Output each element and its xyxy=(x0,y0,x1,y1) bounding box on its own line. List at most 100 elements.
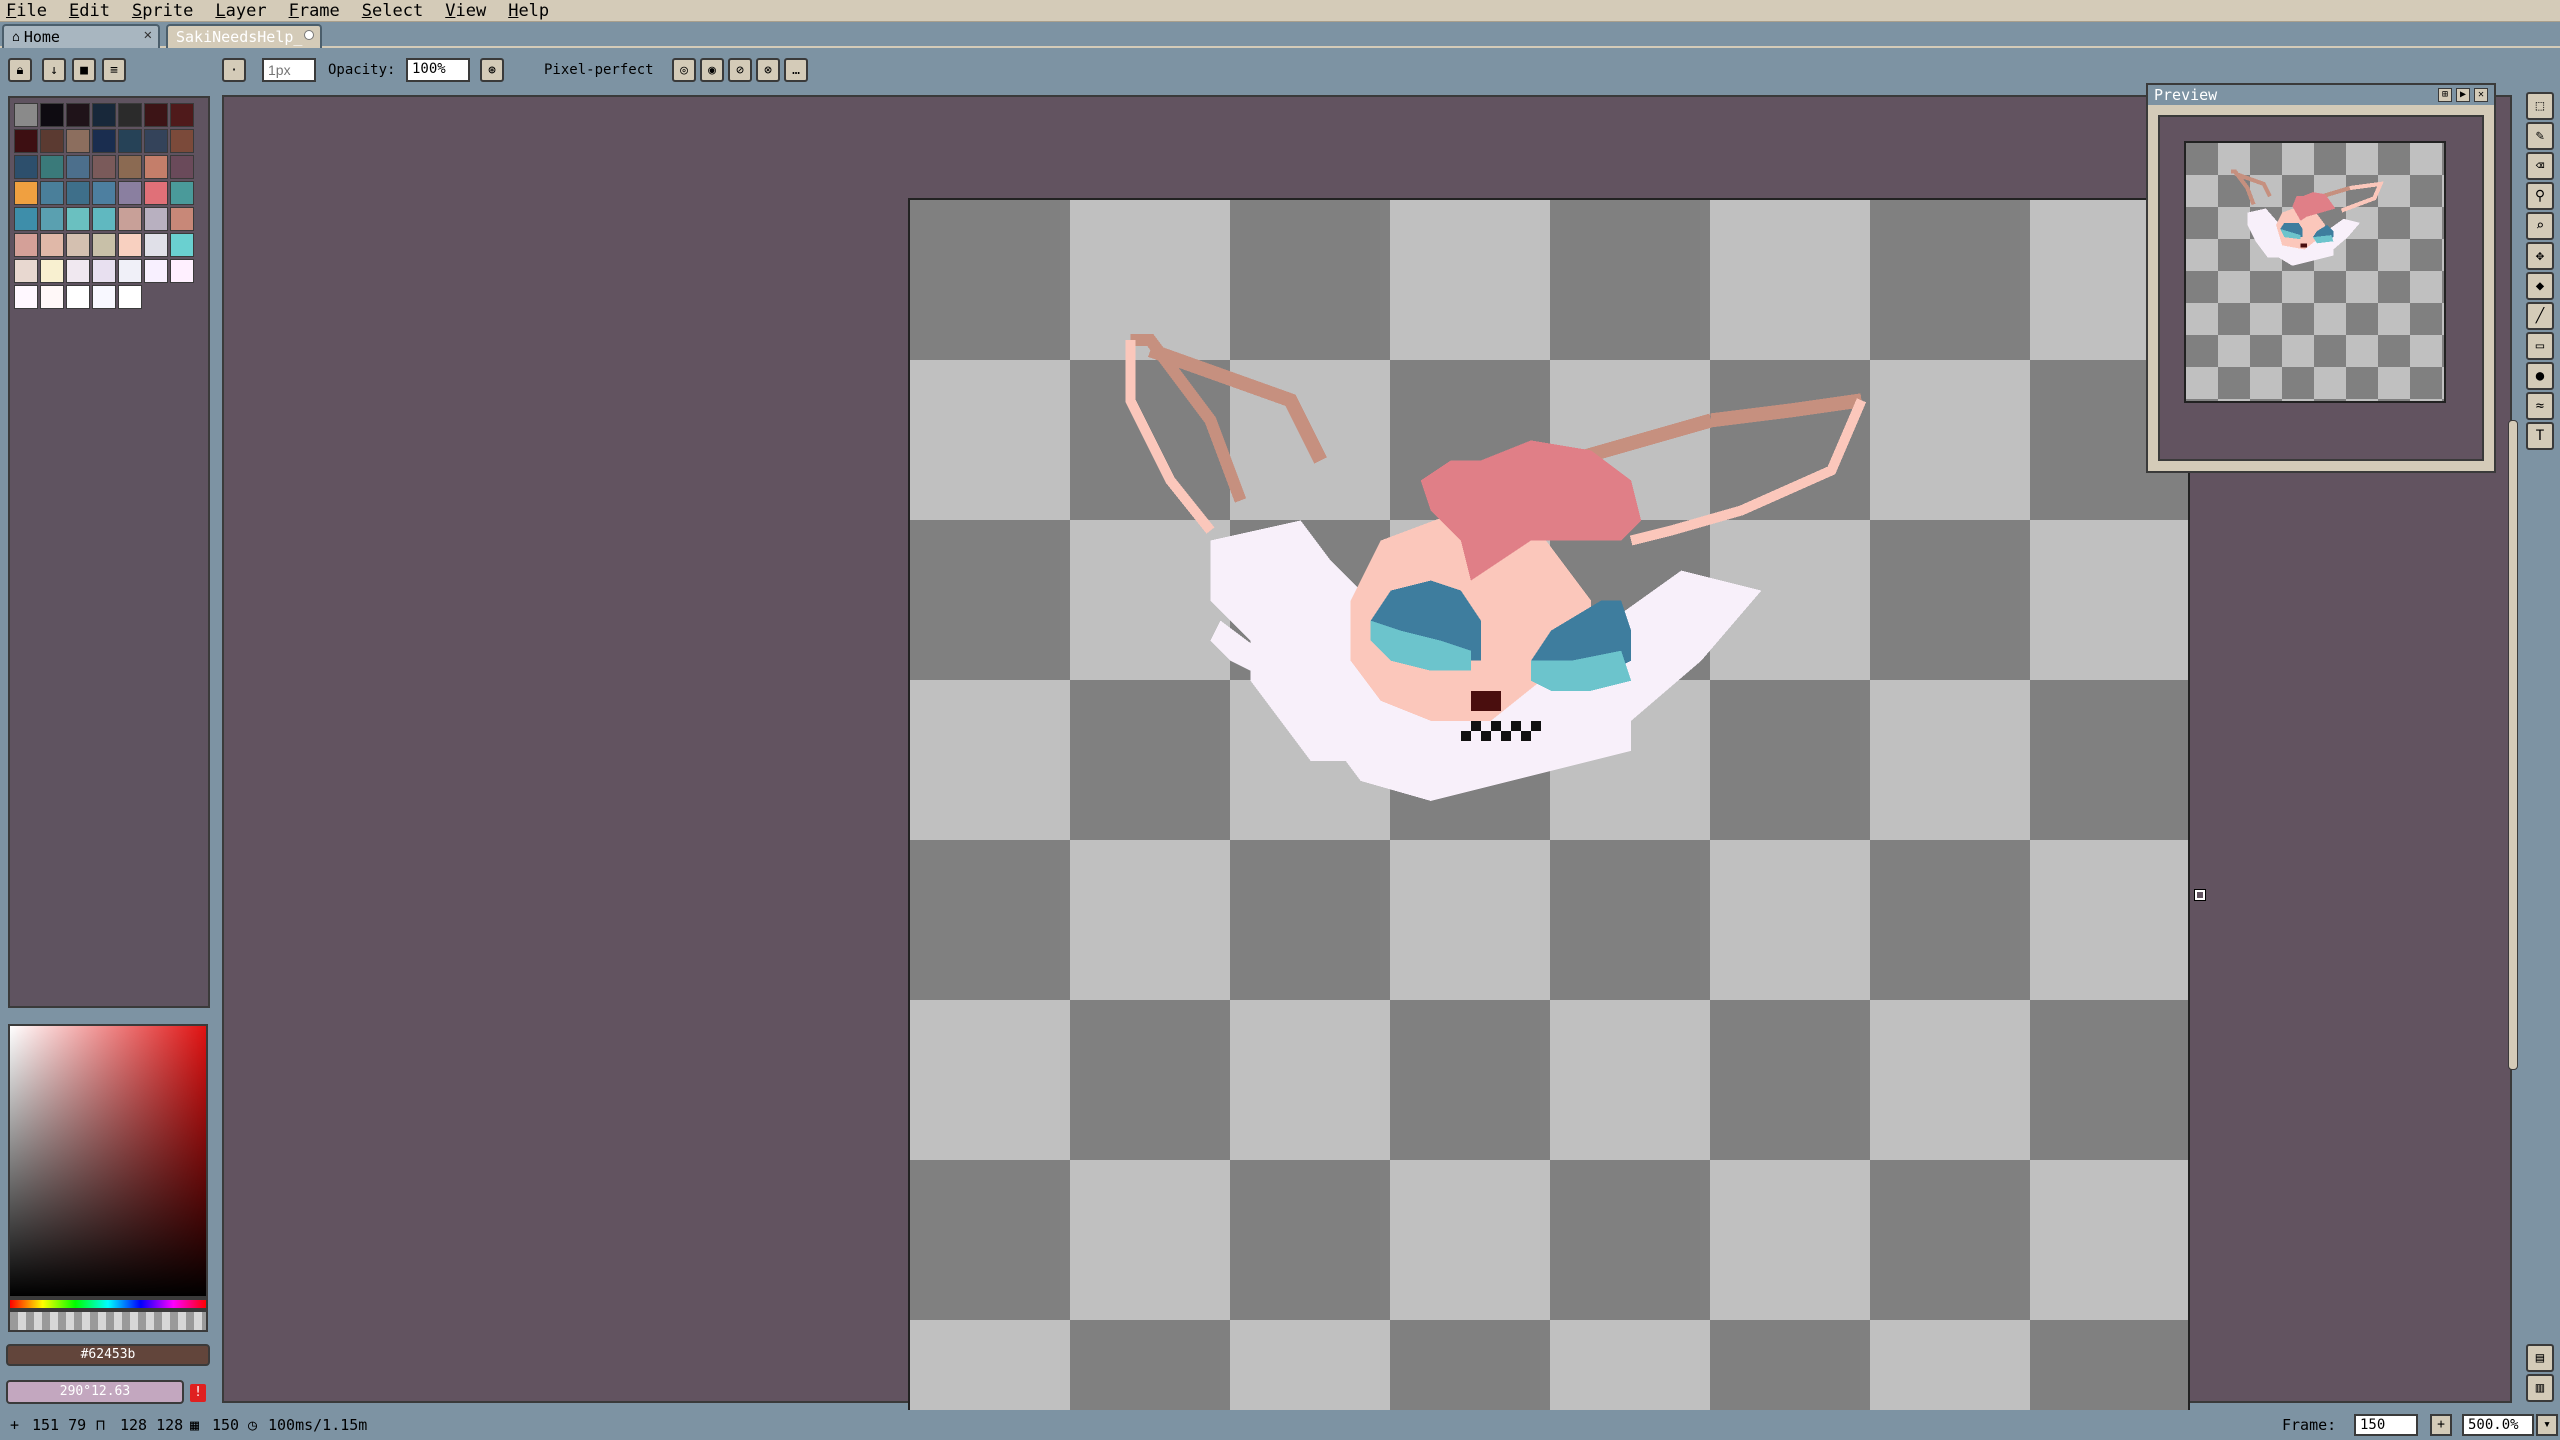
symmetry-icon[interactable]: ◎ xyxy=(672,58,696,82)
palette-swatch[interactable] xyxy=(92,155,116,179)
blur-icon[interactable]: ● xyxy=(2526,362,2554,390)
palette-swatch[interactable] xyxy=(118,207,142,231)
palette-swatch[interactable] xyxy=(170,103,194,127)
more-options-button[interactable]: … xyxy=(784,58,808,82)
palette-swatch[interactable] xyxy=(144,103,168,127)
sprite-canvas[interactable] xyxy=(908,198,2190,1440)
marquee-icon[interactable]: ⬚ xyxy=(2526,92,2554,120)
opacity-input[interactable]: 100% xyxy=(406,58,470,82)
warning-icon[interactable]: ! xyxy=(190,1384,206,1402)
menu-lines-icon[interactable]: ≡ xyxy=(102,58,126,82)
palette-swatch[interactable] xyxy=(40,129,64,153)
palette-swatch[interactable] xyxy=(170,233,194,257)
gradient-icon[interactable]: ⊘ xyxy=(728,58,752,82)
palette-swatch[interactable] xyxy=(170,129,194,153)
pencil-icon[interactable]: ✎ xyxy=(2526,122,2554,150)
palette-swatch[interactable] xyxy=(144,181,168,205)
smudge-icon[interactable]: ≈ xyxy=(2526,392,2554,420)
preview-window[interactable]: Preview ⊞ ▶ ✕ xyxy=(2146,83,2496,473)
palette-swatch[interactable] xyxy=(66,207,90,231)
square-icon[interactable]: ■ xyxy=(72,58,96,82)
palette-swatch[interactable] xyxy=(170,207,194,231)
brush-type-button[interactable]: · xyxy=(222,58,246,82)
palette-swatch[interactable] xyxy=(92,129,116,153)
palette-swatch[interactable] xyxy=(92,103,116,127)
palette-swatch[interactable] xyxy=(40,207,64,231)
palette-swatch[interactable] xyxy=(40,285,64,309)
zoom-dropdown-icon[interactable]: ▾ xyxy=(2536,1414,2558,1436)
palette-swatch[interactable] xyxy=(14,207,38,231)
menu-view[interactable]: View xyxy=(445,1,486,21)
palette-swatch[interactable] xyxy=(118,259,142,283)
palette-swatch[interactable] xyxy=(118,155,142,179)
palette-swatch[interactable] xyxy=(118,103,142,127)
tab-home[interactable]: ⌂ Home ✕ xyxy=(2,24,160,48)
palette-swatch[interactable] xyxy=(66,259,90,283)
color-spectrum[interactable] xyxy=(8,1024,208,1298)
palette-swatch[interactable] xyxy=(40,155,64,179)
palette-swatch[interactable] xyxy=(92,181,116,205)
palette-swatch[interactable] xyxy=(144,155,168,179)
palette-swatch[interactable] xyxy=(92,233,116,257)
palette-swatch[interactable] xyxy=(92,285,116,309)
zoom-icon[interactable]: ⌕ xyxy=(2526,212,2554,240)
zoom-add-icon[interactable]: + xyxy=(2430,1414,2452,1436)
preview-close-icon[interactable]: ✕ xyxy=(2474,88,2488,102)
palette-swatch[interactable] xyxy=(118,181,142,205)
palette-swatch[interactable] xyxy=(14,259,38,283)
menu-select[interactable]: Select xyxy=(362,1,423,21)
fill-icon[interactable]: ◆ xyxy=(2526,272,2554,300)
menu-sprite[interactable]: Sprite xyxy=(132,1,193,21)
preview-mode-icon[interactable]: ⊞ xyxy=(2438,88,2452,102)
foreground-color-hex[interactable]: #62453b xyxy=(6,1344,210,1366)
palette-swatch[interactable] xyxy=(144,233,168,257)
palette-swatch[interactable] xyxy=(118,129,142,153)
background-color-value[interactable]: 290°12.63 xyxy=(6,1380,184,1404)
dynamics-icon[interactable]: ◉ xyxy=(700,58,724,82)
tab-sprite[interactable]: SakiNeedsHelp_ xyxy=(166,24,322,48)
pattern-icon[interactable]: ⊗ xyxy=(756,58,780,82)
palette-swatch[interactable] xyxy=(66,103,90,127)
layers-icon[interactable]: ▥ xyxy=(2526,1374,2554,1402)
palette-swatch[interactable] xyxy=(118,233,142,257)
preview-play-icon[interactable]: ▶ xyxy=(2456,88,2470,102)
palette-swatch[interactable] xyxy=(66,285,90,309)
lock-icon[interactable]: 🔒︎ xyxy=(8,58,32,82)
palette-swatch[interactable] xyxy=(144,129,168,153)
palette-swatch[interactable] xyxy=(66,181,90,205)
menu-edit[interactable]: Edit xyxy=(69,1,110,21)
palette-swatch[interactable] xyxy=(40,259,64,283)
close-icon[interactable]: ✕ xyxy=(144,27,152,43)
menu-layer[interactable]: Layer xyxy=(215,1,266,21)
palette-swatch[interactable] xyxy=(144,207,168,231)
palette-swatch[interactable] xyxy=(144,259,168,283)
palette-swatch[interactable] xyxy=(14,155,38,179)
palette-swatch[interactable] xyxy=(92,259,116,283)
hue-slider[interactable] xyxy=(8,1298,208,1310)
eyedropper-icon[interactable]: ⚲ xyxy=(2526,182,2554,210)
palette-swatch[interactable] xyxy=(14,103,38,127)
text-icon[interactable]: T xyxy=(2526,422,2554,450)
ink-icon[interactable]: ⊛ xyxy=(480,58,504,82)
eraser-icon[interactable]: ⌫ xyxy=(2526,152,2554,180)
palette-swatch[interactable] xyxy=(92,207,116,231)
menu-frame[interactable]: Frame xyxy=(289,1,340,21)
brush-size-input[interactable] xyxy=(262,58,316,82)
menu-help[interactable]: Help xyxy=(508,1,549,21)
vertical-scrollbar[interactable] xyxy=(2508,420,2518,1070)
frame-input[interactable]: 150 xyxy=(2354,1414,2418,1436)
palette-swatch[interactable] xyxy=(14,233,38,257)
timeline-icon[interactable]: ▤ xyxy=(2526,1344,2554,1372)
palette-swatch[interactable] xyxy=(40,103,64,127)
palette-swatch[interactable] xyxy=(66,233,90,257)
palette-swatch[interactable] xyxy=(14,181,38,205)
pixel-perfect-checkbox[interactable]: Pixel-perfect xyxy=(524,62,654,78)
download-icon[interactable]: ↓ xyxy=(42,58,66,82)
move-icon[interactable]: ✥ xyxy=(2526,242,2554,270)
palette-swatch[interactable] xyxy=(118,285,142,309)
palette-swatch[interactable] xyxy=(40,233,64,257)
palette-swatch[interactable] xyxy=(66,155,90,179)
palette-swatch[interactable] xyxy=(14,285,38,309)
zoom-input[interactable]: 500.0% xyxy=(2462,1414,2534,1436)
alpha-slider[interactable] xyxy=(8,1310,208,1332)
